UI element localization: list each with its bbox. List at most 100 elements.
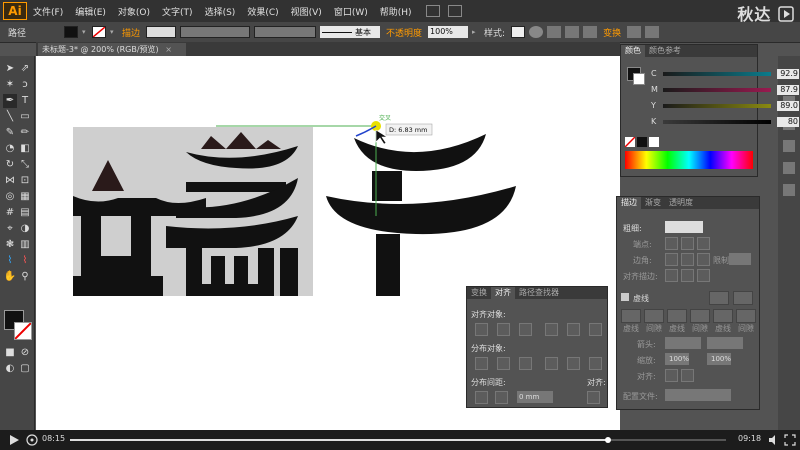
menu-view[interactable]: 视图(V) bbox=[285, 5, 328, 18]
distribute-hcenter-icon[interactable] bbox=[567, 357, 580, 370]
stroke-color-swatch[interactable] bbox=[14, 322, 32, 340]
fill-swatch[interactable] bbox=[64, 26, 78, 38]
stroke-swatch[interactable] bbox=[92, 26, 106, 38]
bridge-icon[interactable] bbox=[425, 5, 440, 17]
arrow-align-tip-icon[interactable] bbox=[665, 369, 678, 382]
screen-mode-icon[interactable]: ▢ bbox=[18, 362, 32, 376]
profile-select[interactable] bbox=[665, 389, 731, 401]
limit-field[interactable] bbox=[729, 253, 751, 265]
distribute-top-icon[interactable] bbox=[475, 357, 488, 370]
tab-gradient[interactable]: 渐变 bbox=[641, 197, 665, 209]
align-center-icon[interactable] bbox=[583, 26, 598, 38]
slider-c-value[interactable]: 92.9 bbox=[777, 69, 799, 79]
opacity-field[interactable]: 100% bbox=[428, 26, 469, 38]
zoom-tool-icon[interactable]: ⚲ bbox=[18, 270, 32, 284]
stroke-weight-field[interactable] bbox=[146, 26, 177, 38]
magic-wand-icon[interactable]: ✶ bbox=[3, 78, 17, 92]
align-right-icon[interactable] bbox=[519, 323, 532, 336]
distribute-vcenter-icon[interactable] bbox=[497, 357, 510, 370]
width-tool-icon[interactable]: ⋈ bbox=[3, 174, 17, 188]
menu-effect[interactable]: 效果(C) bbox=[241, 5, 284, 18]
align-left-icon[interactable] bbox=[475, 323, 488, 336]
align-vcenter-icon[interactable] bbox=[567, 323, 580, 336]
brush-definition[interactable] bbox=[254, 26, 317, 38]
draw-mode-icon[interactable]: ◐ bbox=[3, 362, 17, 376]
artboard-tool-icon[interactable]: ⌇ bbox=[3, 254, 17, 268]
tab-stroke[interactable]: 描边 bbox=[617, 197, 641, 209]
round-cap-icon[interactable] bbox=[681, 237, 694, 250]
gap-field-2[interactable] bbox=[690, 309, 710, 323]
artboards-icon[interactable] bbox=[783, 184, 795, 196]
stroke-style-select[interactable]: 基本 bbox=[320, 26, 381, 38]
stroke-dropdown-icon[interactable]: ▾ bbox=[110, 28, 116, 36]
arrange-documents-icon[interactable] bbox=[447, 5, 462, 17]
slider-y-track[interactable] bbox=[663, 104, 771, 108]
align-to-select-icon[interactable] bbox=[587, 391, 600, 404]
rectangle-tool-icon[interactable]: ▭ bbox=[18, 110, 32, 124]
perspective-grid-icon[interactable]: ▦ bbox=[18, 190, 32, 204]
transform-link[interactable]: 变换 bbox=[601, 26, 623, 39]
graph-tool-icon[interactable]: ▥ bbox=[18, 238, 32, 252]
distribute-left-icon[interactable] bbox=[545, 357, 558, 370]
color-stroke-proxy[interactable] bbox=[633, 73, 645, 85]
arrow-end-scale[interactable]: 100% bbox=[707, 353, 731, 365]
symbol-sprayer-icon[interactable]: ❃ bbox=[3, 238, 17, 252]
slider-m-track[interactable] bbox=[663, 88, 771, 92]
blob-brush-icon[interactable]: ◔ bbox=[3, 142, 17, 156]
color-spectrum[interactable] bbox=[625, 151, 753, 169]
variable-width-profile[interactable] bbox=[180, 26, 251, 38]
weight-field[interactable] bbox=[665, 221, 703, 233]
spacing-field[interactable]: 0 mm bbox=[517, 391, 553, 403]
play-icon[interactable] bbox=[8, 434, 20, 446]
progress-thumb[interactable] bbox=[604, 437, 611, 443]
progress-track[interactable] bbox=[70, 437, 726, 443]
none-mode-icon[interactable]: ⊘ bbox=[18, 346, 32, 360]
blend-tool-icon[interactable]: ◑ bbox=[18, 222, 32, 236]
slider-y-value[interactable]: 89.0 bbox=[777, 101, 799, 111]
pen-tool-icon[interactable]: ✒ bbox=[3, 94, 17, 108]
dash-preserve-icon[interactable] bbox=[709, 291, 729, 305]
none-color-swatch[interactable] bbox=[625, 137, 635, 147]
arrow-align-end-icon[interactable] bbox=[681, 369, 694, 382]
align-hcenter-icon[interactable] bbox=[497, 323, 510, 336]
dash-field-1[interactable] bbox=[621, 309, 641, 323]
bevel-join-icon[interactable] bbox=[697, 253, 710, 266]
eraser-tool-icon[interactable]: ◧ bbox=[18, 142, 32, 156]
volume-icon[interactable] bbox=[768, 434, 780, 446]
round-join-icon[interactable] bbox=[681, 253, 694, 266]
eyedropper-icon[interactable]: ⌖ bbox=[3, 222, 17, 236]
align-outside-stroke-icon[interactable] bbox=[697, 269, 710, 282]
gap-field-1[interactable] bbox=[644, 309, 664, 323]
distribute-icon[interactable] bbox=[565, 26, 580, 38]
slider-c-track[interactable] bbox=[663, 72, 771, 76]
direct-selection-tool-icon[interactable]: ⇗ bbox=[18, 62, 32, 76]
hand-tool-icon[interactable]: ✋ bbox=[3, 270, 17, 284]
menu-select[interactable]: 选择(S) bbox=[199, 5, 242, 18]
rotate-tool-icon[interactable]: ↻ bbox=[3, 158, 17, 172]
brushes-icon[interactable] bbox=[783, 140, 795, 152]
square-cap-icon[interactable] bbox=[697, 237, 710, 250]
close-tab-icon[interactable]: × bbox=[165, 45, 172, 54]
tab-transparency[interactable]: 透明度 bbox=[665, 197, 697, 209]
tab-transform[interactable]: 变换 bbox=[467, 287, 491, 299]
end-arrow-select[interactable] bbox=[707, 337, 743, 349]
menu-type[interactable]: 文字(T) bbox=[156, 5, 199, 18]
transform-each-icon[interactable] bbox=[627, 26, 642, 38]
align-top-icon[interactable] bbox=[545, 323, 558, 336]
fullscreen-icon[interactable] bbox=[784, 434, 796, 446]
menu-help[interactable]: 帮助(H) bbox=[374, 5, 418, 18]
align-options-icon[interactable] bbox=[547, 26, 562, 38]
distribute-right-icon[interactable] bbox=[589, 357, 602, 370]
tab-align[interactable]: 对齐 bbox=[491, 287, 515, 299]
dash-align-icon[interactable] bbox=[733, 291, 753, 305]
align-bottom-icon[interactable] bbox=[589, 323, 602, 336]
miter-join-icon[interactable] bbox=[665, 253, 678, 266]
scale-tool-icon[interactable]: ⤡ bbox=[18, 158, 32, 172]
start-arrow-select[interactable] bbox=[665, 337, 701, 349]
dash-field-3[interactable] bbox=[713, 309, 733, 323]
isolate-icon[interactable] bbox=[645, 26, 660, 38]
align-inside-stroke-icon[interactable] bbox=[681, 269, 694, 282]
slider-k-track[interactable] bbox=[663, 120, 771, 124]
distribute-bottom-icon[interactable] bbox=[519, 357, 532, 370]
tab-color-guide[interactable]: 颜色参考 bbox=[645, 45, 685, 57]
